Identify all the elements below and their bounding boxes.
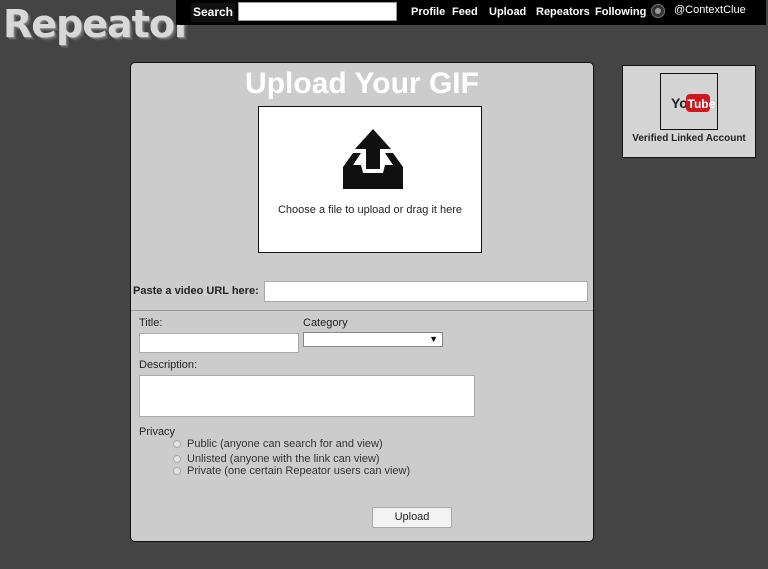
radio-public[interactable] [173,440,181,449]
description-label: Description: [139,359,198,371]
repeator-logo[interactable]: Repeator [3,2,193,46]
verified-linked-account-label: Verified Linked Account [632,133,746,144]
title-input[interactable] [139,333,299,353]
category-select[interactable]: ▼ [303,332,443,347]
privacy-public-label: Public (anyone can search for and view) [187,438,383,450]
nav-following-link[interactable]: Following [595,6,646,18]
privacy-label: Privacy [139,426,176,438]
youtube-logo-icon: You Tube [671,94,716,112]
privacy-option-unlisted[interactable]: Unlisted (anyone with the link can view) [173,453,380,465]
description-textarea[interactable] [139,375,475,417]
nav-repeators-link[interactable]: Repeators [536,6,590,18]
privacy-unlisted-label: Unlisted (anyone with the link can view) [187,453,380,465]
search-label: Search [191,3,235,22]
youtube-account-tile[interactable]: You Tube [660,73,718,130]
privacy-private-label: Private (one certain Repeator users can … [187,465,411,477]
upload-button[interactable]: Upload [372,507,452,528]
linked-account-panel: You Tube Verified Linked Account [622,65,756,158]
upload-panel: Upload Your GIF Choose a file to upload … [130,62,594,542]
radio-private[interactable] [173,467,181,476]
file-dropzone[interactable]: Choose a file to upload or drag it here [258,106,482,253]
privacy-option-private[interactable]: Private (one certain Repeator users can … [173,465,410,477]
dropzone-instructions: Choose a file to upload or drag it here [277,204,463,216]
username-link[interactable]: @ContextClue [674,4,746,16]
dropdown-arrow-icon: ▼ [429,334,438,344]
privacy-option-public[interactable]: Public (anyone can search for and view) [173,438,383,450]
search-input[interactable] [238,2,397,21]
video-url-input[interactable] [264,281,588,302]
radio-unlisted[interactable] [173,455,181,464]
youtube-logo-tube: Tube [688,97,716,111]
form-divider [131,310,593,311]
title-label: Title: [139,317,163,329]
nav-profile-link[interactable]: Profile [411,6,445,18]
nav-feed-link[interactable]: Feed [452,6,478,18]
video-url-label: Paste a video URL here: [133,285,259,297]
user-avatar-icon[interactable] [651,4,665,18]
upload-tray-icon [343,129,403,189]
nav-upload-link[interactable]: Upload [489,6,526,18]
category-label: Category [303,317,348,329]
page-title: Upload Your GIF [245,67,479,100]
